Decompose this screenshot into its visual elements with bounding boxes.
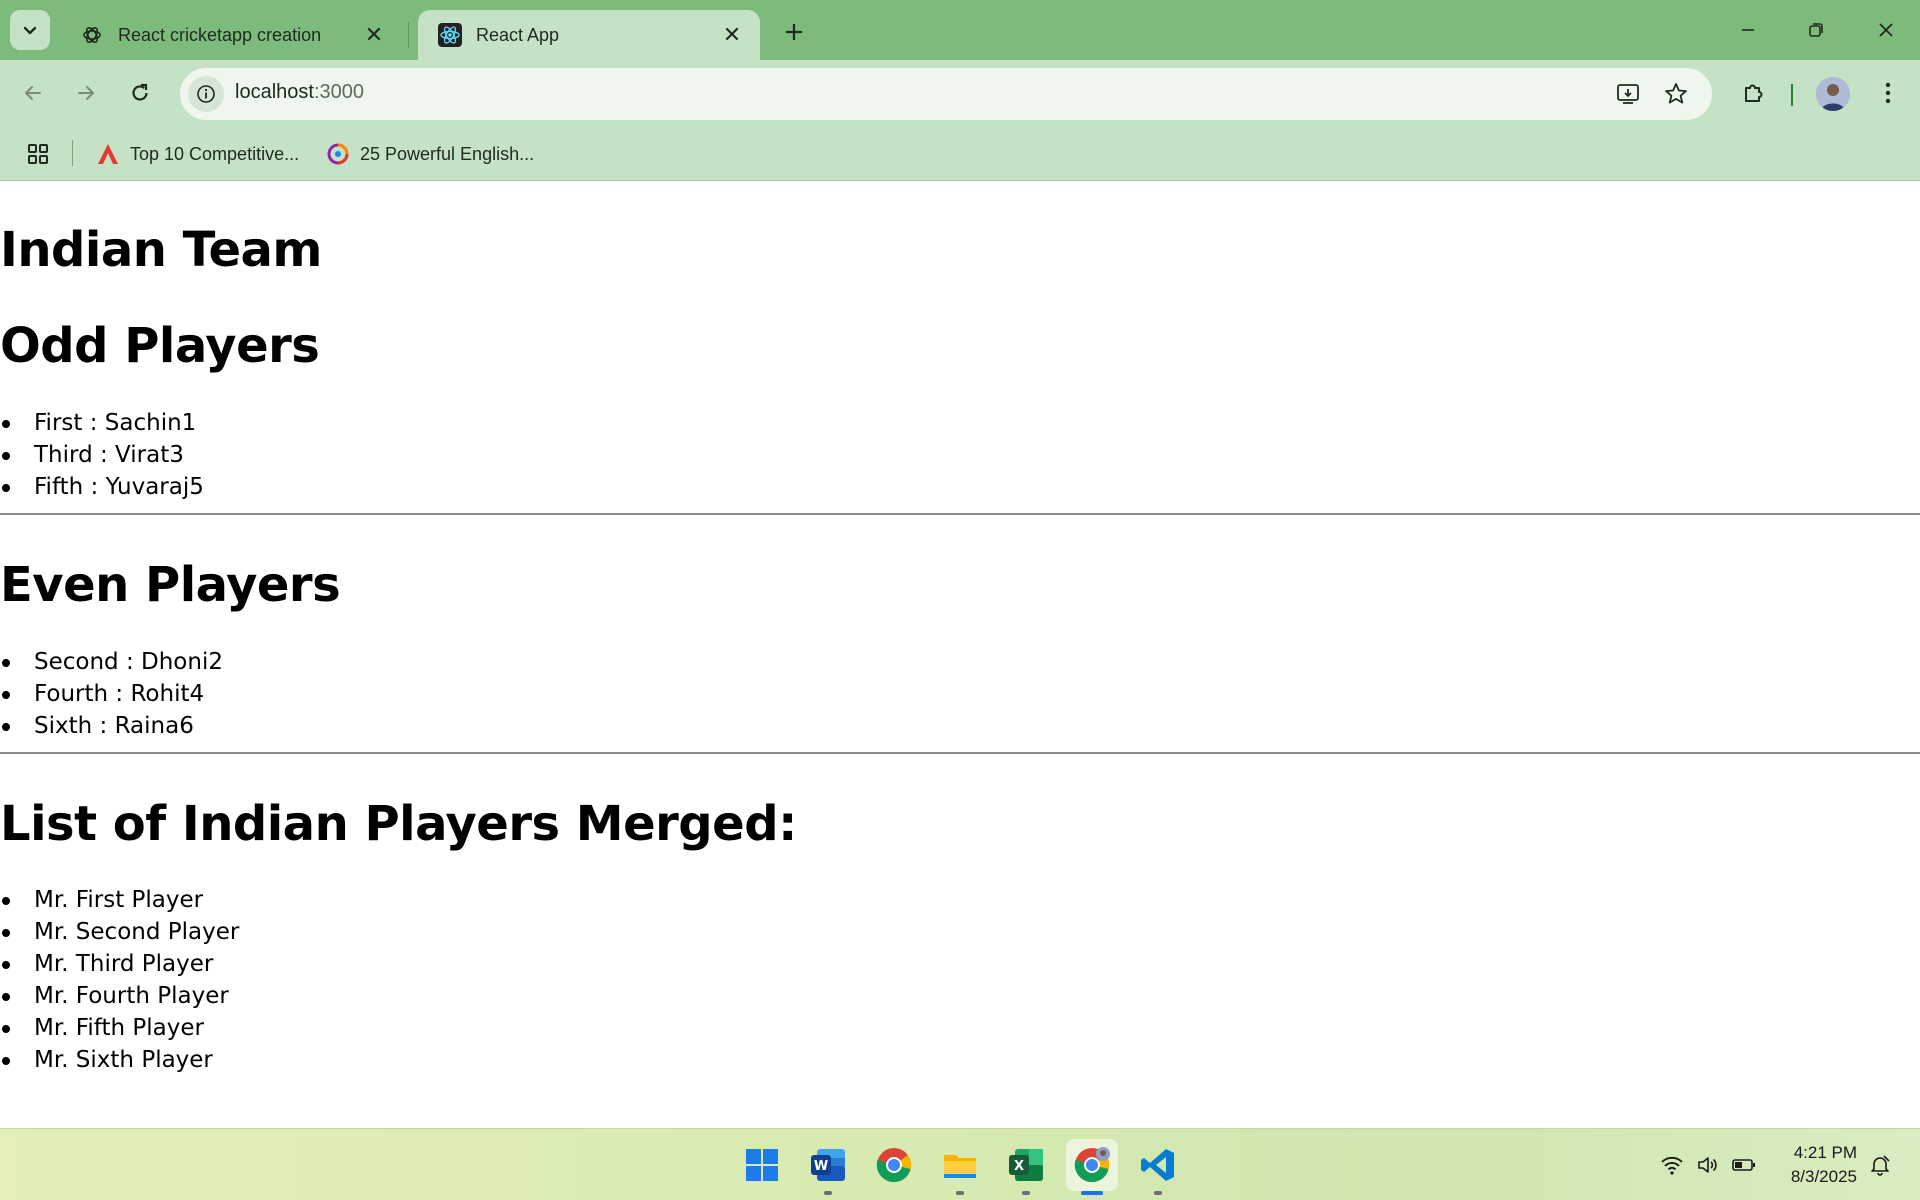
restore-icon: [1809, 23, 1823, 37]
list-item: Fifth : Yuvaraj5: [0, 471, 204, 503]
list-item: Mr. Third Player: [0, 948, 239, 980]
clock-date: 8/3/2025: [1790, 1167, 1857, 1186]
bookmark-top-10-competitive[interactable]: Top 10 Competitive...: [96, 138, 299, 170]
extensions-button[interactable]: [1734, 73, 1774, 113]
bookmark-separator: [72, 140, 73, 166]
profile-avatar[interactable]: [1816, 77, 1850, 111]
minimize-button[interactable]: [1724, 8, 1772, 52]
close-tab-icon[interactable]: ✕: [720, 22, 744, 47]
arrow-right-icon: [78, 86, 94, 100]
divider: [0, 513, 1920, 515]
browser-toolbar: localhost:3000: [0, 60, 1920, 126]
reload-button[interactable]: [120, 73, 160, 113]
merged-players-list: Mr. First Player Mr. Second Player Mr. T…: [0, 884, 239, 1076]
tab-strip: React cricketapp creation ✕ React App ✕: [0, 0, 1920, 60]
system-clock[interactable]: 4:21 PM 8/3/2025: [1775, 1141, 1857, 1189]
tab-search-button[interactable]: [10, 10, 50, 50]
address-bar[interactable]: localhost:3000: [180, 68, 1712, 120]
restore-button[interactable]: [1792, 8, 1840, 52]
url-host: localhost: [235, 81, 314, 103]
toolbar-divider: [1791, 84, 1793, 106]
list-item: Fourth : Rohit4: [0, 678, 223, 710]
running-indicator: [1154, 1191, 1162, 1195]
apps-grid-icon[interactable]: [24, 140, 52, 168]
browser-window: React cricketapp creation ✕ React App ✕: [0, 0, 1920, 1200]
back-button[interactable]: [13, 73, 53, 113]
notifications-icon[interactable]: [1866, 1151, 1894, 1179]
reload-icon: [132, 83, 148, 101]
list-item: Mr. First Player: [0, 884, 239, 916]
list-item: First : Sachin1: [0, 407, 204, 439]
puzzle-icon: [1745, 84, 1763, 102]
list-item: Second : Dhoni2: [0, 646, 223, 678]
tab-title: React App: [476, 24, 560, 45]
close-window-button[interactable]: [1862, 8, 1910, 52]
running-indicator: [956, 1191, 964, 1195]
bookmark-label: 25 Powerful English...: [360, 143, 535, 164]
tab-separator: [408, 22, 409, 48]
list-item: Mr. Fifth Player: [0, 1012, 239, 1044]
close-icon: [1879, 23, 1893, 37]
list-item: Mr. Second Player: [0, 916, 239, 948]
info-icon: [197, 85, 215, 103]
tab-react-app[interactable]: React App ✕: [418, 10, 760, 60]
page-content: Indian Team Odd Players First : Sachin1 …: [0, 182, 1920, 1128]
list-item: Mr. Sixth Player: [0, 1044, 239, 1076]
even-players-list: Second : Dhoni2 Fourth : Rohit4 Sixth : …: [0, 646, 223, 742]
bookmarks-bar: Top 10 Competitive... 25 Powerful Englis…: [0, 126, 1920, 181]
close-tab-icon[interactable]: ✕: [362, 22, 386, 47]
openai-icon: [80, 23, 104, 47]
file-explorer-icon[interactable]: [934, 1139, 986, 1195]
battery-icon[interactable]: [1730, 1151, 1758, 1179]
url-text[interactable]: localhost:3000: [235, 81, 364, 104]
svg-text:X: X: [1014, 1159, 1024, 1174]
running-indicator: [1022, 1191, 1030, 1195]
active-indicator: [1081, 1191, 1103, 1195]
clock-time: 4:21 PM: [1793, 1143, 1857, 1162]
tab-react-cricketapp[interactable]: React cricketapp creation ✕: [60, 10, 402, 60]
bookmark-star-icon[interactable]: [1660, 78, 1692, 110]
more-vertical-icon: [1885, 82, 1891, 104]
page-title: Indian Team: [0, 222, 322, 278]
merged-players-heading: List of Indian Players Merged:: [0, 796, 797, 852]
word-icon[interactable]: W: [802, 1139, 854, 1195]
react-icon: [438, 23, 462, 47]
list-item: Third : Virat3: [0, 439, 204, 471]
wifi-icon[interactable]: [1658, 1151, 1686, 1179]
bookmark-25-powerful-english[interactable]: 25 Powerful English...: [326, 138, 534, 170]
taskbar: W X 4:21 PM 8/3/2025: [0, 1128, 1920, 1200]
bookmark-label: Top 10 Competitive...: [130, 143, 300, 164]
odd-players-heading: Odd Players: [0, 318, 320, 374]
vscode-icon[interactable]: [1132, 1139, 1184, 1195]
forward-button[interactable]: [66, 73, 106, 113]
divider: [0, 752, 1920, 754]
tab-title: React cricketapp creation: [118, 24, 322, 45]
even-players-heading: Even Players: [0, 557, 341, 613]
svg-text:W: W: [814, 1159, 828, 1174]
volume-icon[interactable]: [1694, 1151, 1722, 1179]
plus-icon: [786, 24, 802, 40]
site-info-button[interactable]: [188, 76, 224, 112]
menu-button[interactable]: [1868, 73, 1908, 113]
chevron-down-icon: [23, 26, 37, 35]
excel-icon[interactable]: X: [1000, 1139, 1052, 1195]
new-tab-button[interactable]: [776, 14, 812, 50]
windows-start-icon[interactable]: [736, 1139, 788, 1191]
running-indicator: [824, 1191, 832, 1195]
arrow-left-icon: [25, 86, 41, 100]
red-a-logo-icon: [96, 142, 120, 166]
chrome-icon[interactable]: [868, 1139, 920, 1191]
minimize-icon: [1742, 29, 1754, 31]
colorful-logo-icon: [326, 142, 350, 166]
install-app-icon[interactable]: [1612, 78, 1644, 110]
odd-players-list: First : Sachin1 Third : Virat3 Fifth : Y…: [0, 407, 204, 503]
url-port: :3000: [313, 81, 364, 103]
list-item: Sixth : Raina6: [0, 710, 223, 742]
list-item: Mr. Fourth Player: [0, 980, 239, 1012]
chrome-profile-icon[interactable]: [1066, 1139, 1118, 1195]
